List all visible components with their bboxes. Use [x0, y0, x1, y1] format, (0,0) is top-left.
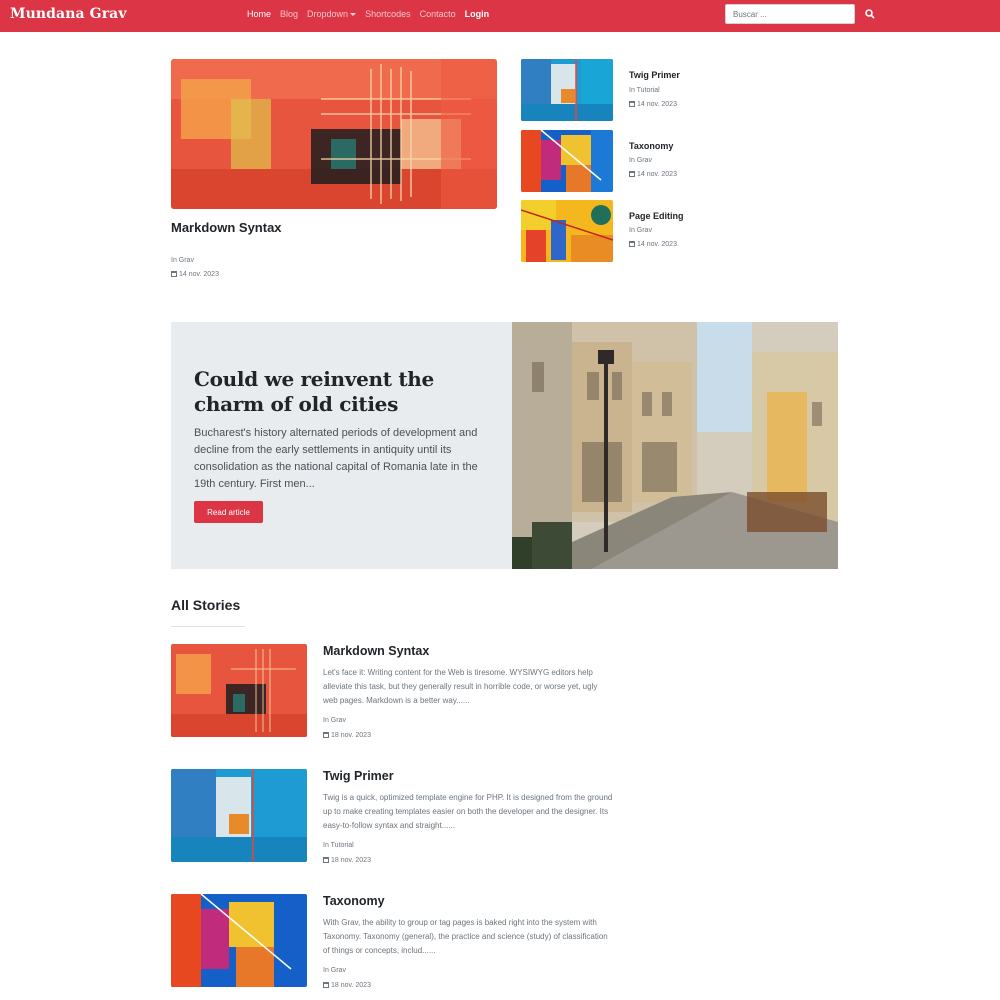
navbar: Mundana Grav Home Blog Dropdown Shortcod… [0, 0, 1000, 32]
featured-main-image[interactable] [171, 59, 497, 209]
side-item-date-text: 14 nov. 2023 [637, 171, 677, 178]
search-button[interactable] [862, 6, 878, 22]
story-date-text: 18 nov. 2023 [331, 857, 371, 864]
story-category: In Grav [323, 717, 346, 724]
nav-shortcodes[interactable]: Shortcodes [365, 9, 411, 19]
story-category: In Grav [323, 967, 346, 974]
side-item-date-text: 14 nov. 2023 [637, 241, 677, 248]
divider [171, 626, 245, 627]
nav-contacto[interactable]: Contacto [420, 9, 456, 19]
side-item-date: 14 nov. 2023 [629, 101, 677, 108]
calendar-icon [629, 101, 635, 107]
side-item-category: In Grav [629, 157, 652, 164]
nav-dropdown-label: Dropdown [307, 9, 349, 19]
story-image[interactable] [171, 644, 307, 737]
calendar-icon [323, 982, 329, 988]
story-category: In Tutorial [323, 842, 354, 849]
story-excerpt: Twig is a quick, optimized template engi… [323, 793, 613, 830]
featured-main-date-text: 14 nov. 2023 [179, 271, 219, 278]
story-title[interactable]: Markdown Syntax [323, 644, 429, 658]
nav-blog[interactable]: Blog [280, 9, 298, 19]
featured-main-title[interactable]: Markdown Syntax [171, 220, 282, 235]
side-item-title[interactable]: Page Editing [629, 211, 684, 221]
story-date-text: 18 nov. 2023 [331, 732, 371, 739]
calendar-icon [629, 241, 635, 247]
search-input[interactable] [725, 4, 855, 24]
story-date: 18 nov. 2023 [323, 982, 371, 989]
nav-dropdown[interactable]: Dropdown [307, 9, 357, 19]
calendar-icon [629, 171, 635, 177]
story-date: 18 nov. 2023 [323, 857, 371, 864]
nav-login[interactable]: Login [465, 9, 490, 19]
side-item-category: In Tutorial [629, 87, 660, 94]
hero-title: Could we reinvent the charm of old citie… [194, 367, 434, 416]
read-article-button[interactable]: Read article [194, 501, 263, 523]
featured-main-date: 14 nov. 2023 [171, 271, 219, 278]
search-icon [865, 9, 875, 19]
main-nav: Home Blog Dropdown Shortcodes Contacto L… [247, 9, 498, 19]
nav-home[interactable]: Home [247, 9, 271, 19]
hero-banner: Could we reinvent the charm of old citie… [171, 322, 838, 569]
story-image[interactable] [171, 894, 307, 987]
story-date: 18 nov. 2023 [323, 732, 371, 739]
story-image[interactable] [171, 769, 307, 862]
brand-logo[interactable]: Mundana Grav [10, 6, 127, 22]
side-item-title[interactable]: Taxonomy [629, 141, 673, 151]
story-title[interactable]: Twig Primer [323, 769, 394, 783]
featured-main-category: In Grav [171, 257, 194, 264]
side-item-date: 14 nov. 2023 [629, 171, 677, 178]
story-title[interactable]: Taxonomy [323, 894, 385, 908]
calendar-icon [171, 271, 177, 277]
side-item-date: 14 nov. 2023 [629, 241, 677, 248]
calendar-icon [323, 857, 329, 863]
calendar-icon [323, 732, 329, 738]
side-item-category: In Grav [629, 227, 652, 234]
hero-text: Bucharest's history alternated periods o… [194, 427, 478, 490]
side-item-image[interactable] [521, 59, 613, 121]
story-excerpt: Let's face it: Writing content for the W… [323, 668, 598, 705]
side-item-date-text: 14 nov. 2023 [637, 101, 677, 108]
chevron-down-icon [350, 13, 357, 17]
side-item-image[interactable] [521, 200, 613, 262]
all-stories-heading: All Stories [171, 597, 241, 613]
story-date-text: 18 nov. 2023 [331, 982, 371, 989]
hero-image [512, 322, 838, 569]
side-item-title[interactable]: Twig Primer [629, 70, 680, 80]
side-item-image[interactable] [521, 130, 613, 192]
story-excerpt: With Grav, the ability to group or tag p… [323, 918, 608, 955]
